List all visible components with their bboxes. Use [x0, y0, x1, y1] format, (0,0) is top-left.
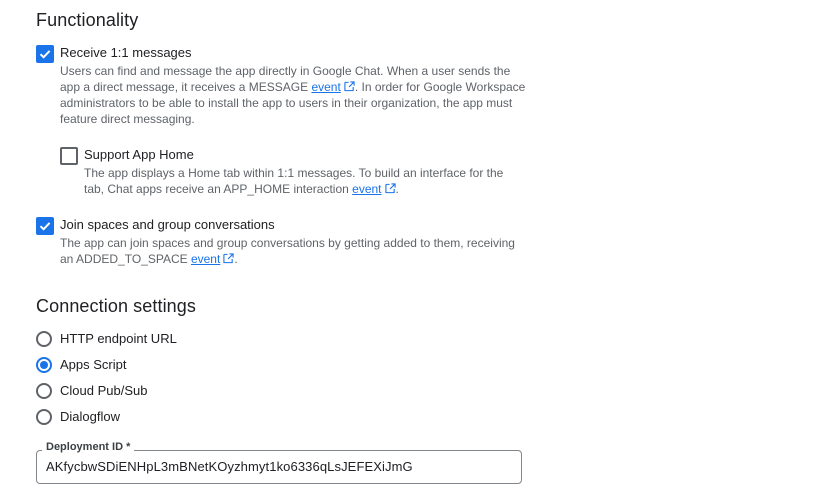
join-spaces-checkbox[interactable] [36, 217, 54, 235]
dialogflow-radio[interactable] [36, 409, 52, 425]
functionality-heading: Functionality [36, 10, 139, 30]
app-home-event-link[interactable]: event [352, 182, 381, 196]
join-spaces-desc-text: The app can join spaces and group conver… [60, 236, 515, 266]
apps-script-radio[interactable] [36, 357, 52, 373]
http-endpoint-label: HTTP endpoint URL [60, 331, 177, 346]
receive-messages-event-link[interactable]: event [311, 80, 340, 94]
apps-script-label: Apps Script [60, 357, 127, 372]
app-home-label: Support App Home [84, 147, 194, 162]
app-home-desc-text: The app displays a Home tab within 1:1 m… [84, 166, 504, 196]
external-link-icon [344, 81, 355, 92]
external-link-icon [223, 253, 234, 264]
external-link-icon [384, 183, 396, 194]
cloud-pubsub-label: Cloud Pub/Sub [60, 383, 148, 398]
receive-messages-description: Users can find and message the app direc… [60, 63, 530, 127]
deployment-id-input[interactable]: AKfycbwSDiENHpL3mBNetKOyzhmyt1ko6336qLsJ… [46, 459, 413, 474]
receive-messages-checkbox[interactable] [36, 45, 54, 63]
join-spaces-label: Join spaces and group conversations [60, 217, 275, 232]
checkmark-icon [39, 222, 51, 231]
app-home-checkbox[interactable] [60, 147, 78, 165]
join-spaces-description: The app can join spaces and group conver… [60, 235, 530, 267]
join-spaces-event-link[interactable]: event [191, 252, 220, 266]
app-home-desc-text-end: . [395, 182, 399, 196]
cloud-pubsub-radio[interactable] [36, 383, 52, 399]
checkmark-icon [39, 50, 51, 59]
connection-settings-heading: Connection settings [36, 296, 196, 316]
join-spaces-desc-text-end: . [234, 252, 238, 266]
dialogflow-label: Dialogflow [60, 409, 120, 424]
deployment-id-label: Deployment ID * [42, 441, 135, 453]
http-endpoint-radio[interactable] [36, 331, 52, 347]
receive-messages-label: Receive 1:1 messages [60, 45, 192, 60]
app-home-description: The app displays a Home tab within 1:1 m… [84, 165, 510, 197]
